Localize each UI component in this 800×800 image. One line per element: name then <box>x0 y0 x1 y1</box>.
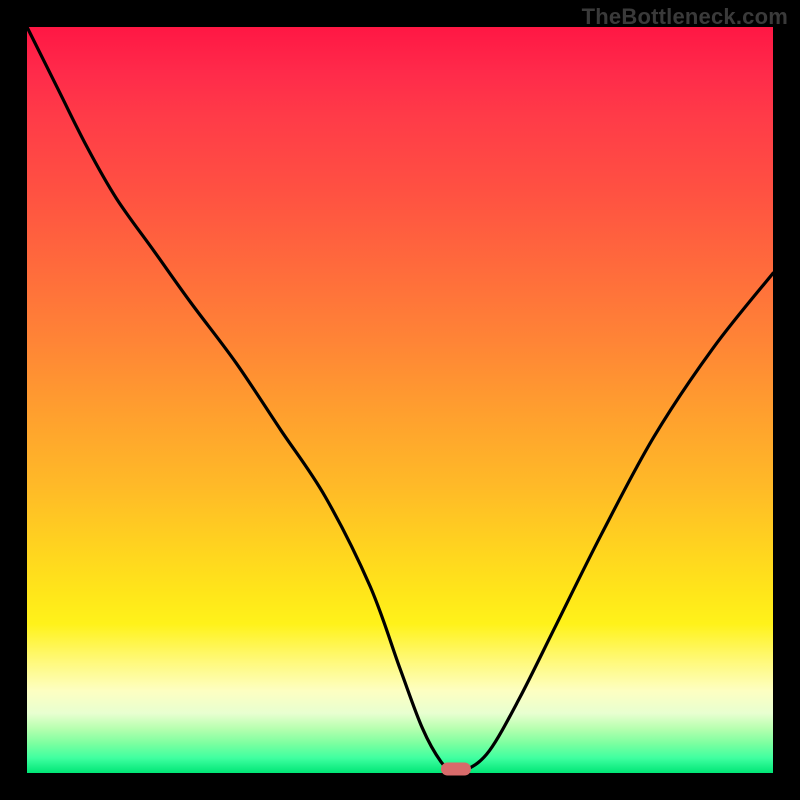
plot-area <box>27 27 773 773</box>
optimum-marker <box>441 763 471 776</box>
bottleneck-curve-path <box>27 27 773 771</box>
curve-svg <box>27 27 773 773</box>
chart-frame: TheBottleneck.com <box>0 0 800 800</box>
